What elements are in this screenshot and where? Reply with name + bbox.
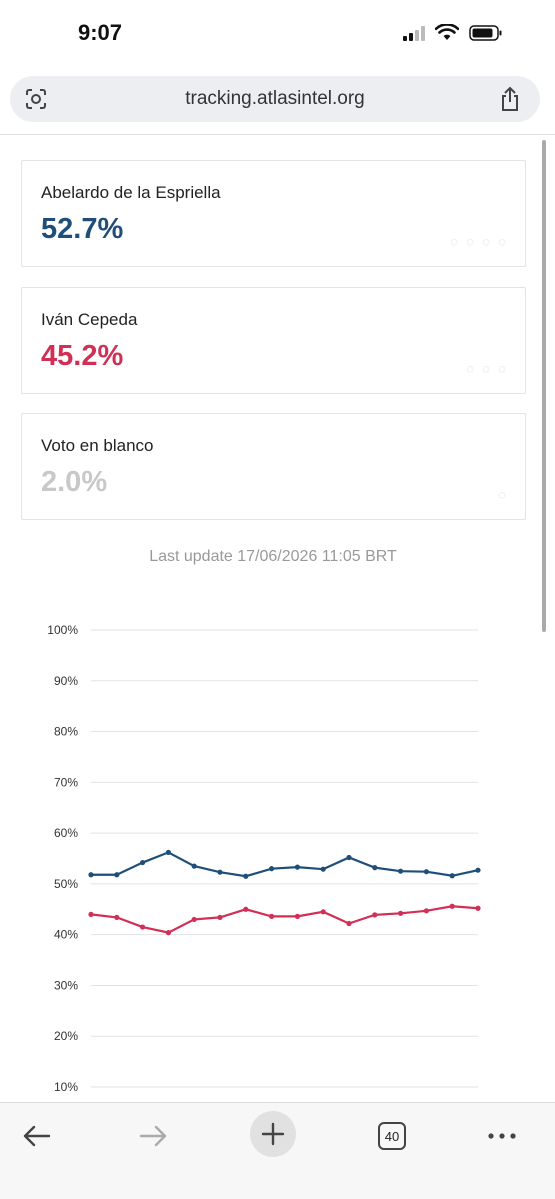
data-point[interactable] [475,905,481,911]
candidate-name: Iván Cepeda [41,310,138,329]
data-point[interactable] [269,913,275,919]
last-update-text: Last update 17/06/2026 11:05 BRT [149,548,397,565]
candidate-card-cepeda: Iván Cepeda 45.2% ◦◦◦ [21,287,526,394]
y-tick-label: 90% [54,674,78,688]
more-dots-icon [488,1133,516,1139]
data-point[interactable] [114,914,120,921]
battery-icon [469,25,502,41]
y-tick-label: 10% [54,1080,78,1094]
share-icon[interactable] [498,86,522,112]
data-point[interactable] [398,868,404,874]
data-point[interactable] [294,864,300,870]
data-point[interactable] [88,872,94,878]
data-point[interactable] [320,909,326,915]
data-point[interactable] [140,859,146,866]
data-point[interactable] [372,865,378,871]
y-tick-label: 40% [54,928,78,942]
address-bar[interactable]: tracking.atlasintel.org [10,76,540,122]
candidate-logo-watermark: ◦◦◦ [465,353,513,384]
candidate-percentage: 45.2% [41,340,124,372]
candidate-percentage: 52.7% [41,213,124,245]
candidate-card-blank-vote: Voto en blanco 2.0% ◦ [21,413,526,520]
status-time: 9:07 [78,20,123,45]
new-tab-button[interactable] [250,1111,296,1157]
data-point[interactable] [475,867,481,873]
tab-count: 40 [378,1122,406,1150]
data-point[interactable] [140,924,146,930]
candidate-logo-watermark: ◦ [497,479,513,510]
data-point[interactable] [88,911,94,917]
candidate-name: Voto en blanco [41,436,154,455]
candidate-percentage: 2.0% [41,466,108,498]
data-point[interactable] [217,869,223,875]
y-tick-label: 80% [54,725,78,739]
candidate-card-espriella: Abelardo de la Espriella 52.7% ◦◦◦◦ [21,160,526,267]
data-point[interactable] [449,903,455,909]
data-point[interactable] [114,872,120,878]
url-text[interactable]: tracking.atlasintel.org [10,88,540,110]
status-icons [403,24,503,42]
data-point[interactable] [269,866,275,872]
candidate-name: Abelardo de la Espriella [41,183,221,202]
status-bar: 9:07 [0,0,555,68]
data-point[interactable] [165,849,171,856]
plus-icon [261,1122,285,1146]
forward-arrow-icon [139,1125,167,1147]
forward-button[interactable] [130,1115,178,1157]
y-tick-label: 100% [47,623,78,637]
back-arrow-icon [23,1125,51,1147]
data-point[interactable] [398,910,404,916]
y-tick-label: 30% [54,978,78,992]
data-point[interactable] [346,854,352,861]
y-tick-label: 70% [54,775,78,789]
poll-tracking-chart: 10% 20% 30% 40% 50% 60% 70% 80% 90% 100% [47,623,481,1094]
more-menu-button[interactable] [478,1115,526,1157]
series-line-1 [90,905,479,934]
data-point[interactable] [423,908,429,914]
browser-toolbar: 40 [0,1102,555,1199]
series-line-0 [91,851,479,878]
back-button[interactable] [12,1115,60,1157]
cellular-signal-icon [403,25,425,41]
data-point[interactable] [165,930,171,936]
data-point[interactable] [243,873,249,879]
data-point[interactable] [372,912,378,918]
data-point[interactable] [191,916,197,923]
data-point[interactable] [423,869,429,875]
data-point[interactable] [449,873,455,879]
data-point[interactable] [191,863,197,869]
data-point[interactable] [320,866,326,872]
tabs-button[interactable]: 40 [368,1115,416,1157]
data-point[interactable] [243,906,249,912]
y-tick-label: 20% [54,1029,78,1043]
wifi-icon [435,24,459,40]
data-point[interactable] [294,913,300,919]
y-tick-label: 60% [54,826,78,840]
data-point[interactable] [217,914,223,921]
candidate-logo-watermark: ◦◦◦◦ [449,226,513,257]
data-point[interactable] [346,920,352,927]
divider [0,134,555,135]
y-tick-label: 50% [54,877,78,891]
